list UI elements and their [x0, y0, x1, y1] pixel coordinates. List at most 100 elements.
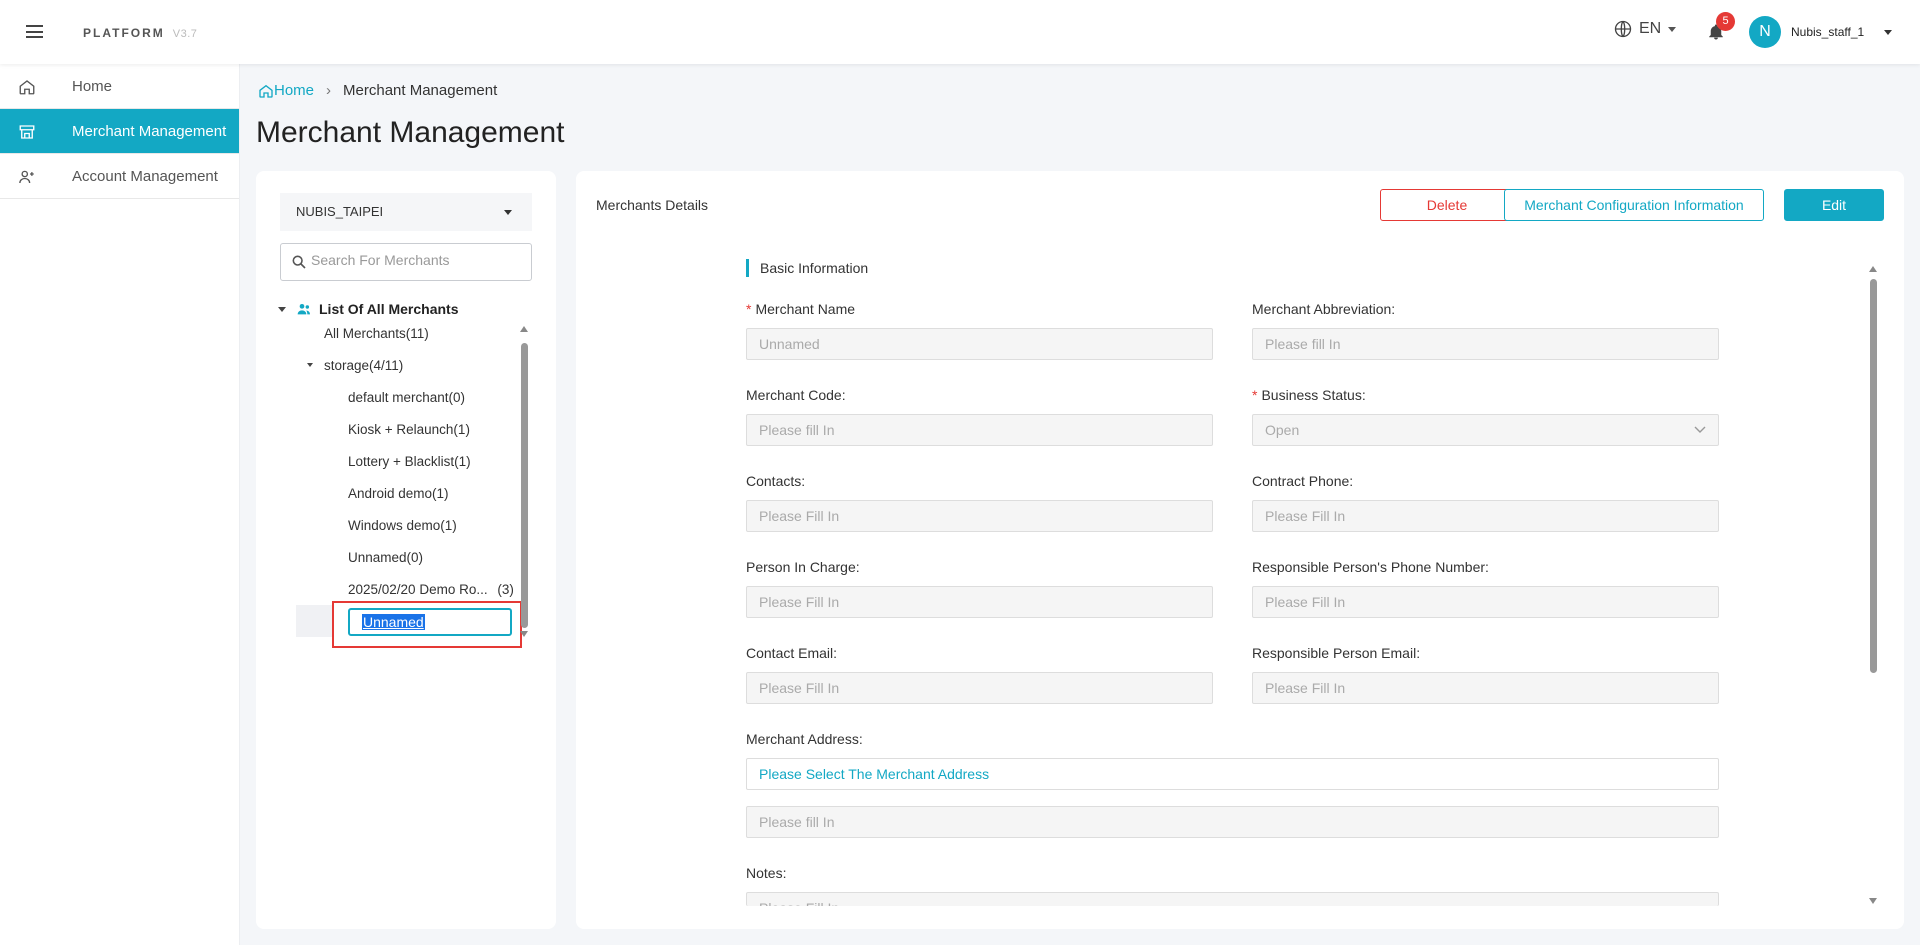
tree-item[interactable]: Kiosk + Relaunch(1)	[348, 422, 470, 437]
expand-caret-icon[interactable]	[307, 363, 313, 367]
tree-item[interactable]: 2025/02/20 Demo Ro... (3)	[348, 582, 514, 597]
tree-item[interactable]: Windows demo(1)	[348, 518, 457, 533]
contact-email-field[interactable]: Please Fill In	[746, 672, 1213, 704]
responsible-phone-label: Responsible Person's Phone Number:	[1252, 559, 1489, 575]
notification-badge: 5	[1716, 12, 1735, 31]
sidebar-item-label: Account Management	[72, 167, 218, 185]
tree-item[interactable]: Unnamed(0)	[348, 550, 423, 565]
search-icon	[292, 255, 306, 269]
merchant-code-field[interactable]: Please fill In	[746, 414, 1213, 446]
users-icon	[19, 170, 34, 184]
tree-scrollbar-thumb[interactable]	[521, 343, 528, 628]
notes-field[interactable]: Please Fill In	[746, 892, 1719, 906]
merchant-abbreviation-label: Merchant Abbreviation:	[1252, 301, 1396, 317]
business-status-value: Open	[1265, 422, 1300, 438]
merchant-address-select[interactable]: Please Select The Merchant Address	[746, 758, 1719, 790]
merchant-configuration-button[interactable]: Merchant Configuration Information	[1504, 189, 1764, 221]
search-input[interactable]	[311, 252, 521, 268]
notes-label: Notes:	[746, 865, 787, 881]
tree-group-storage[interactable]: storage(4/11)	[307, 358, 404, 373]
responsible-email-field[interactable]: Please Fill In	[1252, 672, 1719, 704]
tree-item-all-merchants[interactable]: All Merchants(11)	[324, 326, 429, 341]
contract-phone-label: Contract Phone:	[1252, 473, 1354, 489]
tree-root-label: List Of All Merchants	[319, 301, 459, 317]
chevron-down-icon	[1668, 26, 1677, 32]
home-icon	[19, 80, 35, 95]
delete-button[interactable]: Delete	[1380, 189, 1514, 221]
chevron-down-icon	[1694, 426, 1706, 433]
page-title: Merchant Management	[256, 116, 565, 149]
sidebar-item-home[interactable]: Home	[0, 64, 239, 109]
tree-item-count: (3)	[497, 582, 514, 597]
sidebar-item-label: Home	[72, 77, 113, 95]
organization-select[interactable]: NUBIS_TAIPEI	[280, 193, 532, 231]
rename-input[interactable]: Unnamed	[348, 608, 512, 636]
user-menu-chevron-icon[interactable]	[1884, 30, 1892, 35]
scroll-down-arrow-icon[interactable]	[1869, 898, 1877, 904]
breadcrumb-home-label: Home	[274, 82, 315, 99]
edit-button[interactable]: Edit	[1784, 189, 1884, 221]
language-selector[interactable]: EN	[1614, 20, 1677, 38]
tree-row-selected	[296, 605, 332, 637]
home-icon	[259, 84, 273, 98]
merchant-name-field[interactable]: Unnamed	[746, 328, 1213, 360]
store-icon	[19, 125, 35, 139]
merchant-address-detail-field[interactable]: Please fill In	[746, 806, 1719, 838]
rename-input-selected-text: Unnamed	[362, 614, 425, 630]
tree-root[interactable]: List Of All Merchants	[278, 301, 459, 317]
details-scrollbar-thumb[interactable]	[1870, 279, 1877, 673]
globe-icon	[1614, 20, 1632, 38]
merchant-name-label-text: Merchant Name	[755, 301, 856, 317]
version-label: V3.7	[172, 28, 198, 40]
responsible-email-label: Responsible Person Email:	[1252, 645, 1421, 661]
breadcrumb-current: Merchant Management	[343, 82, 498, 99]
brand-name: PLATFORM	[83, 26, 165, 40]
username-label[interactable]: Nubis_staff_1	[1791, 25, 1864, 39]
tree-item[interactable]: Lottery + Blacklist(1)	[348, 454, 471, 469]
merchant-code-label: Merchant Code:	[746, 387, 846, 403]
merchant-search	[280, 243, 532, 281]
breadcrumb: Home › Merchant Management	[258, 82, 497, 99]
contacts-label: Contacts:	[746, 473, 806, 489]
person-in-charge-label: Person In Charge:	[746, 559, 860, 575]
business-status-label-text: Business Status:	[1261, 387, 1366, 403]
scroll-up-arrow-icon[interactable]	[1869, 266, 1877, 272]
expand-caret-icon[interactable]	[278, 306, 286, 312]
section-title-basic-information: Basic Information	[746, 259, 868, 277]
scroll-up-arrow-icon[interactable]	[520, 326, 528, 332]
sidebar-item-merchant-management[interactable]: Merchant Management	[0, 109, 239, 154]
tree-item[interactable]: default merchant(0)	[348, 390, 465, 405]
language-label: EN	[1639, 20, 1662, 37]
merchant-address-label: Merchant Address:	[746, 731, 863, 747]
top-bar: PLATFORM V3.7 EN 5 N Nubis_staff_1	[0, 0, 1920, 64]
contact-email-label: Contact Email:	[746, 645, 838, 661]
scroll-down-arrow-icon[interactable]	[520, 631, 528, 637]
merchant-tree-panel: NUBIS_TAIPEI List Of All Merchants All M…	[256, 171, 556, 929]
hamburger-menu-icon[interactable]	[26, 25, 43, 38]
sidebar-item-account-management[interactable]: Account Management	[0, 154, 239, 199]
responsible-phone-field[interactable]: Please Fill In	[1252, 586, 1719, 618]
contacts-field[interactable]: Please Fill In	[746, 500, 1213, 532]
merchant-name-label: * Merchant Name	[746, 301, 855, 317]
details-title: Merchants Details	[596, 197, 709, 213]
brand-logo: PLATFORM V3.7	[83, 26, 197, 40]
organization-select-value: NUBIS_TAIPEI	[296, 204, 384, 219]
tree-group-label: storage(4/11)	[324, 358, 404, 373]
business-status-label: * Business Status:	[1252, 387, 1366, 403]
contract-phone-field[interactable]: Please Fill In	[1252, 500, 1719, 532]
required-asterisk: *	[746, 301, 752, 317]
person-in-charge-field[interactable]: Please Fill In	[746, 586, 1213, 618]
tree-item-label: 2025/02/20 Demo Ro...	[348, 582, 488, 597]
business-status-select[interactable]: Open	[1252, 414, 1719, 446]
chevron-down-icon	[504, 210, 512, 215]
breadcrumb-home-link[interactable]: Home	[258, 82, 314, 99]
merchant-abbreviation-field[interactable]: Please fill In	[1252, 328, 1719, 360]
tree-item[interactable]: Android demo(1)	[348, 486, 449, 501]
merchant-details-panel: Merchants Details Delete Merchant Config…	[576, 171, 1904, 929]
breadcrumb-separator-icon: ›	[326, 82, 332, 99]
sidebar: Home Merchant Management Account Managem…	[0, 64, 240, 945]
required-asterisk: *	[1252, 387, 1258, 403]
avatar[interactable]: N	[1749, 16, 1781, 48]
users-group-icon	[297, 304, 310, 315]
sidebar-item-label: Merchant Management	[72, 122, 227, 140]
